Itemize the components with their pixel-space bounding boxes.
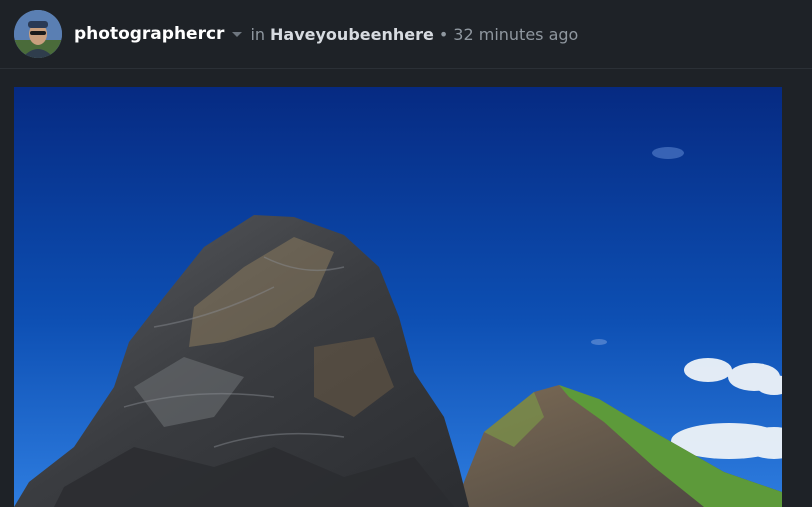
- post-header: photographercr in Haveyoubeenhere • 32 m…: [0, 0, 812, 69]
- in-label: in: [250, 24, 266, 44]
- user-avatar[interactable]: [14, 10, 62, 58]
- landscape-photo: [14, 87, 782, 507]
- post-meta: in Haveyoubeenhere • 32 minutes ago: [250, 25, 578, 44]
- avatar-photo-icon: [14, 10, 62, 58]
- community-link[interactable]: Haveyoubeenhere: [270, 25, 434, 44]
- caret-down-icon[interactable]: [232, 31, 243, 37]
- author-name[interactable]: photographercr: [74, 24, 224, 44]
- post-time: 32 minutes ago: [453, 24, 579, 44]
- meta-separator: •: [438, 24, 449, 44]
- post-image[interactable]: [14, 87, 782, 507]
